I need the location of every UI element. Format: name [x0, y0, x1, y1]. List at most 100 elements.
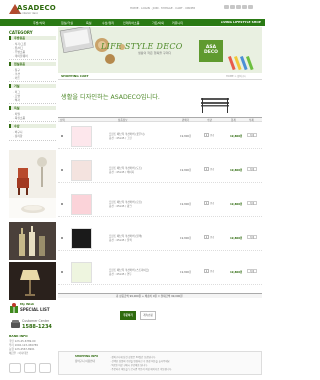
cart-row: 프린트 패브릭 쿠션커버 (로즈) 옵션 : 45x45 / 핑크 19,800…: [58, 191, 262, 217]
category-section-storage[interactable]: 수납: [9, 124, 56, 128]
category-row[interactable]: · 커튼: [13, 76, 20, 80]
unit-price: 19,800원: [180, 271, 192, 274]
cart-row: 프린트 패브릭 쿠션커버 (도트) 옵션 : 45x45 / 베이지 19,80…: [58, 157, 262, 183]
product-option: 옵션 : 45x45 / 그린: [109, 137, 132, 140]
quantity-change-button[interactable]: 변경: [210, 133, 214, 137]
column-qty: 수량: [207, 119, 212, 122]
side-banner-tray[interactable]: [9, 198, 56, 218]
bench-illustration: [201, 98, 229, 113]
delete-button[interactable]: 삭제: [247, 235, 257, 239]
side-banner-lamp[interactable]: [9, 262, 56, 300]
quantity-change-button[interactable]: 변경: [210, 167, 214, 171]
banner-subtitle: 생활의 작은 행복을 꾸미다: [138, 51, 172, 55]
category-section-kitchen[interactable]: 주방용품: [9, 36, 56, 40]
category-section-label: 침실용품: [14, 62, 26, 67]
column-product: 상품정보: [118, 119, 128, 122]
cart-headline: 생활을 디자인하는 ASADECO입니다.: [61, 94, 160, 101]
quantity-input[interactable]: 1: [204, 269, 209, 273]
category-section-living[interactable]: 거실: [9, 84, 56, 88]
unit-price: 19,800원: [180, 237, 192, 240]
footer-icon-3[interactable]: [39, 363, 51, 373]
icon-b[interactable]: [230, 5, 235, 9]
nav-item-bath[interactable]: 욕실: [86, 21, 92, 25]
nav-item-bedroom[interactable]: 침실/거실: [61, 21, 73, 25]
delete-button[interactable]: 삭제: [247, 167, 257, 171]
line-total: 19,800원: [230, 203, 243, 206]
delete-button[interactable]: 삭제: [247, 133, 257, 137]
logo-subtitle: asa interior deco: [17, 12, 39, 15]
shopping-info-subtitle: 장바구니 이용안내: [75, 360, 95, 363]
quantity-change-button[interactable]: 변경: [210, 201, 214, 205]
top-links[interactable]: HOME · LOGIN · JOIN · MYPAGE · CART · OR…: [130, 6, 195, 10]
banner-title: LIFE STYLE DECO: [101, 42, 183, 51]
breadcrumb[interactable]: HOME > 장바구니: [226, 74, 246, 78]
quantity-change-button[interactable]: 변경: [210, 269, 214, 273]
row-checkbox[interactable]: [61, 135, 63, 137]
nav-right-label: LIVING LIFESTYLE SHOP: [220, 20, 261, 25]
column-select: 선택: [60, 119, 65, 122]
row-checkbox[interactable]: [61, 237, 63, 239]
divider: [9, 140, 56, 141]
wishlist-label: My Wish: [20, 302, 35, 306]
category-title: CATEGORY: [9, 30, 33, 35]
cart-row: 프린트 패브릭 쿠션커버 (꽃무늬) 옵션 : 45x45 / 그린 19,80…: [58, 123, 262, 149]
side-banner-bottles[interactable]: [9, 222, 56, 260]
side-banner-chair[interactable]: [9, 150, 56, 198]
row-checkbox[interactable]: [61, 271, 63, 273]
row-checkbox[interactable]: [61, 169, 63, 171]
chair-illustration: [17, 157, 47, 195]
product-thumbnail[interactable]: [71, 194, 92, 215]
product-thumbnail[interactable]: [71, 160, 92, 181]
quantity-input[interactable]: 1: [204, 133, 209, 137]
category-row[interactable]: · 액자: [13, 98, 20, 102]
line-total: 19,800원: [230, 135, 243, 138]
icon-e[interactable]: [248, 5, 253, 9]
continue-shopping-button[interactable]: 계속쇼핑: [140, 311, 156, 320]
footer-icon-1[interactable]: [9, 363, 21, 373]
category-row[interactable]: · 정리함: [13, 134, 23, 138]
unit-price: 19,800원: [180, 203, 192, 206]
product-thumbnail[interactable]: [71, 228, 92, 249]
logo[interactable]: ASADECO: [17, 4, 56, 12]
column-delete: 삭제: [249, 119, 254, 122]
quantity-input[interactable]: 1: [204, 235, 209, 239]
gift-icon: [10, 303, 18, 313]
nav-item-storage[interactable]: 수납/정리: [102, 21, 114, 25]
nav-item-community[interactable]: 커뮤니티: [172, 21, 183, 25]
section-label: SHOPPING CART: [61, 74, 89, 78]
quantity-change-button[interactable]: 변경: [210, 235, 214, 239]
cart-summary: 총 상품금액 99,000원 + 배송비 0원 = 결제금액 99,000원: [116, 295, 183, 298]
category-row[interactable]: · 욕실소품: [13, 116, 25, 120]
category-section-label: 욕실: [14, 106, 20, 111]
nav-item-garden[interactable]: 가든/야외: [152, 21, 164, 25]
quantity-input[interactable]: 1: [204, 201, 209, 205]
customer-center-label: Customer Center: [22, 319, 50, 323]
footer-icon-2[interactable]: [24, 363, 36, 373]
phone-icon: [11, 320, 20, 328]
icon-a[interactable]: [224, 5, 229, 9]
product-option: 옵션 : 45x45 / 베이지: [109, 171, 135, 174]
nav-item-kitchen[interactable]: 주방/식탁: [33, 21, 45, 25]
icon-c[interactable]: [236, 5, 241, 9]
quantity-input[interactable]: 1: [204, 167, 209, 171]
category-row[interactable]: · 테이블웨어: [13, 54, 28, 58]
divider: [9, 103, 56, 104]
product-thumbnail[interactable]: [71, 126, 92, 147]
icon-d[interactable]: [242, 5, 247, 9]
order-button[interactable]: 주문하기: [120, 311, 136, 320]
divider: [9, 121, 56, 122]
category-section-label: 거실: [14, 84, 20, 89]
category-section-label: 주방용품: [14, 36, 26, 41]
line-total: 19,800원: [230, 271, 243, 274]
product-thumbnail[interactable]: [71, 262, 92, 283]
info-line: · 주문하기 버튼을 누르시면 주문서 작성 페이지로 이동합니다.: [110, 368, 172, 371]
category-section-bath[interactable]: 욕실: [9, 106, 56, 110]
delete-button[interactable]: 삭제: [247, 201, 257, 205]
category-section-bedroom[interactable]: 침실용품: [9, 62, 56, 66]
nav-item-deco[interactable]: 인테리어소품: [123, 21, 140, 25]
column-total: 합계: [231, 119, 236, 122]
row-checkbox[interactable]: [61, 203, 63, 205]
line-total: 19,800원: [230, 237, 243, 240]
divider: [9, 59, 56, 60]
delete-button[interactable]: 삭제: [247, 269, 257, 273]
